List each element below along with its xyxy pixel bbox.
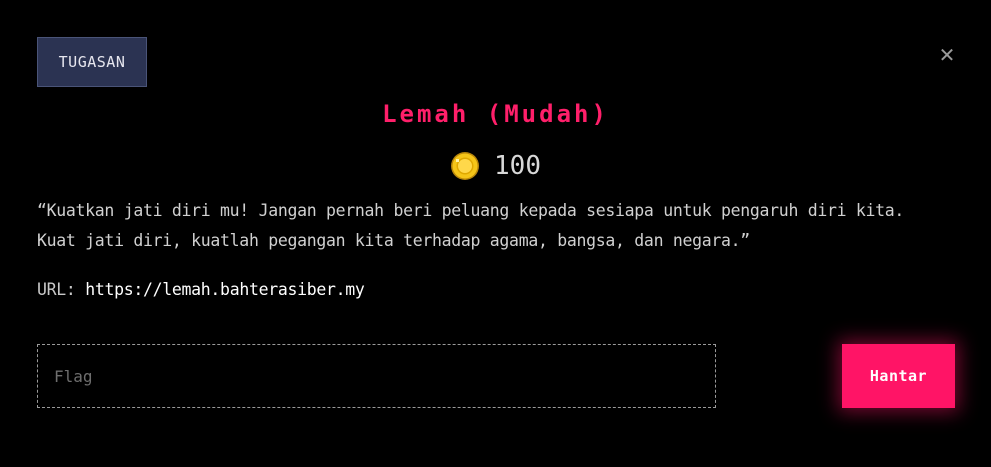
description-line: Kuat jati diri, kuatlah pegangan kita te… (37, 231, 750, 250)
close-icon[interactable]: ✕ (936, 43, 958, 67)
challenge-title: Lemah (Mudah) (382, 100, 609, 128)
category-button[interactable]: TUGASAN (37, 37, 147, 87)
url-label: URL: (37, 280, 76, 299)
url-row: URL: https://lemah.bahterasiber.my (37, 276, 365, 304)
challenge-description: “Kuatkan jati diri mu! Jangan pernah ber… (37, 196, 957, 256)
points-value: 100 (494, 151, 541, 181)
challenge-modal: TUGASAN ✕ Lemah (Mudah) 100 “Kuatkan jat… (0, 0, 991, 467)
challenge-url-link[interactable]: https://lemah.bahterasiber.my (85, 280, 365, 299)
coin-icon (451, 152, 480, 180)
flag-input[interactable] (37, 344, 716, 408)
submit-button[interactable]: Hantar (842, 344, 955, 408)
description-line: “Kuatkan jati diri mu! Jangan pernah ber… (37, 201, 905, 220)
points-row: 100 (0, 148, 991, 184)
